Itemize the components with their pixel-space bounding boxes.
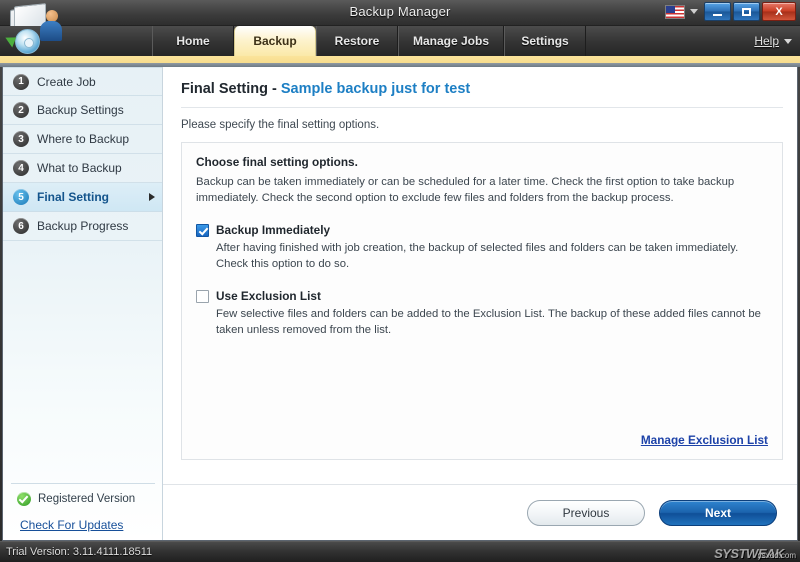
watermark-subtext: ysxdd.com: [757, 551, 796, 560]
step-number: 5: [13, 189, 29, 205]
check-circle-icon: [17, 492, 31, 506]
settings-panel: Choose final setting options. Backup can…: [181, 142, 783, 460]
sidebar-item-backup-settings[interactable]: 2 Backup Settings: [3, 96, 162, 125]
sidebar-item-label: Create Job: [37, 74, 96, 89]
page-title-accent: Sample backup just for test: [280, 81, 471, 97]
accent-strip: [0, 56, 800, 63]
sidebar-footer: Registered Version Check For Updates: [3, 483, 163, 532]
watermark: SYSTWEAKysxdd.com: [714, 546, 796, 561]
step-number: 1: [13, 73, 29, 90]
content-area: Final Setting - Sample backup just for t…: [163, 67, 797, 540]
checkbox-backup-immediately[interactable]: [196, 223, 209, 237]
wizard-button-bar: Previous Next: [163, 484, 797, 540]
title-bar: Backup Manager X: [0, 0, 800, 26]
panel-description: Backup can be taken immediately or can b…: [196, 176, 735, 205]
check-for-updates-link[interactable]: Check For Updates: [3, 518, 163, 532]
tab-manage-jobs[interactable]: Manage Jobs: [398, 26, 505, 56]
page-title: Final Setting - Sample backup just for t…: [181, 81, 783, 97]
step-number: 3: [13, 131, 29, 147]
option-backup-immediately: Backup Immediately After having finished…: [196, 223, 768, 273]
tab-restore[interactable]: Restore: [316, 26, 398, 56]
sidebar-item-final-setting[interactable]: 5 Final Setting: [3, 183, 162, 212]
sidebar-item-where-to-backup[interactable]: 3 Where to Backup: [3, 125, 162, 154]
sidebar-item-what-to-backup[interactable]: 4 What to Backup: [3, 154, 162, 183]
step-number: 6: [13, 218, 29, 234]
sidebar-item-create-job[interactable]: 1 Create Job: [3, 67, 162, 96]
next-button[interactable]: Next: [659, 499, 777, 526]
main-body: 1 Create Job 2 Backup Settings 3 Where t…: [2, 67, 798, 541]
maximize-button[interactable]: [733, 2, 760, 21]
page-title-main: Final Setting -: [181, 81, 281, 97]
tab-home[interactable]: Home: [152, 26, 234, 56]
chevron-down-icon: [784, 38, 792, 44]
sidebar-item-backup-progress[interactable]: 6 Backup Progress: [3, 212, 162, 241]
window-controls: X: [665, 2, 796, 21]
previous-button[interactable]: Previous: [527, 499, 645, 526]
tab-list: Home Backup Restore Manage Jobs Settings: [152, 26, 587, 56]
chevron-right-icon: [149, 193, 155, 201]
option-description: After having finished with job creation,…: [216, 241, 739, 271]
sidebar-item-label: Backup Progress: [37, 219, 129, 233]
registration-status: Registered Version: [3, 492, 163, 506]
wizard-sidebar: 1 Create Job 2 Backup Settings 3 Where t…: [3, 67, 163, 540]
step-number: 4: [13, 160, 29, 176]
chevron-down-icon[interactable]: [690, 9, 698, 14]
status-bar: Trial Version: 3.11.4111.18511 SYSTWEAKy…: [0, 541, 800, 562]
close-button[interactable]: X: [762, 2, 796, 21]
tab-bar: Home Backup Restore Manage Jobs Settings…: [0, 26, 800, 56]
title-divider: [181, 107, 783, 108]
application-window: Backup Manager X Home Backup Restore Man…: [0, 0, 800, 562]
sidebar-item-label: What to Backup: [37, 161, 122, 175]
option-label: Use Exclusion List: [216, 288, 321, 303]
panel-heading: Choose final setting options.: [196, 155, 358, 169]
page-subtitle: Please specify the final setting options…: [181, 119, 380, 131]
option-label: Backup Immediately: [216, 222, 331, 237]
tab-backup[interactable]: Backup: [234, 26, 316, 56]
minimize-button[interactable]: [704, 2, 731, 21]
divider: [11, 483, 155, 484]
checkbox-use-exclusion-list[interactable]: [196, 289, 209, 303]
option-description: Few selective files and folders can be a…: [216, 307, 761, 336]
help-label: Help: [754, 34, 779, 48]
us-flag-icon[interactable]: [665, 4, 685, 19]
registered-version-label: Registered Version: [38, 493, 136, 505]
tab-settings[interactable]: Settings: [504, 26, 587, 56]
sidebar-item-label: Where to Backup: [37, 132, 130, 146]
manage-exclusion-list-link[interactable]: Manage Exclusion List: [641, 433, 768, 447]
sidebar-item-label: Final Setting: [37, 190, 109, 204]
sidebar-item-label: Backup Settings: [37, 103, 124, 117]
option-use-exclusion-list: Use Exclusion List Few selective files a…: [196, 289, 768, 339]
step-number: 2: [13, 102, 29, 118]
trial-version-label: Trial Version: 3.11.4111.18511: [6, 546, 153, 558]
help-menu[interactable]: Help: [754, 26, 792, 56]
